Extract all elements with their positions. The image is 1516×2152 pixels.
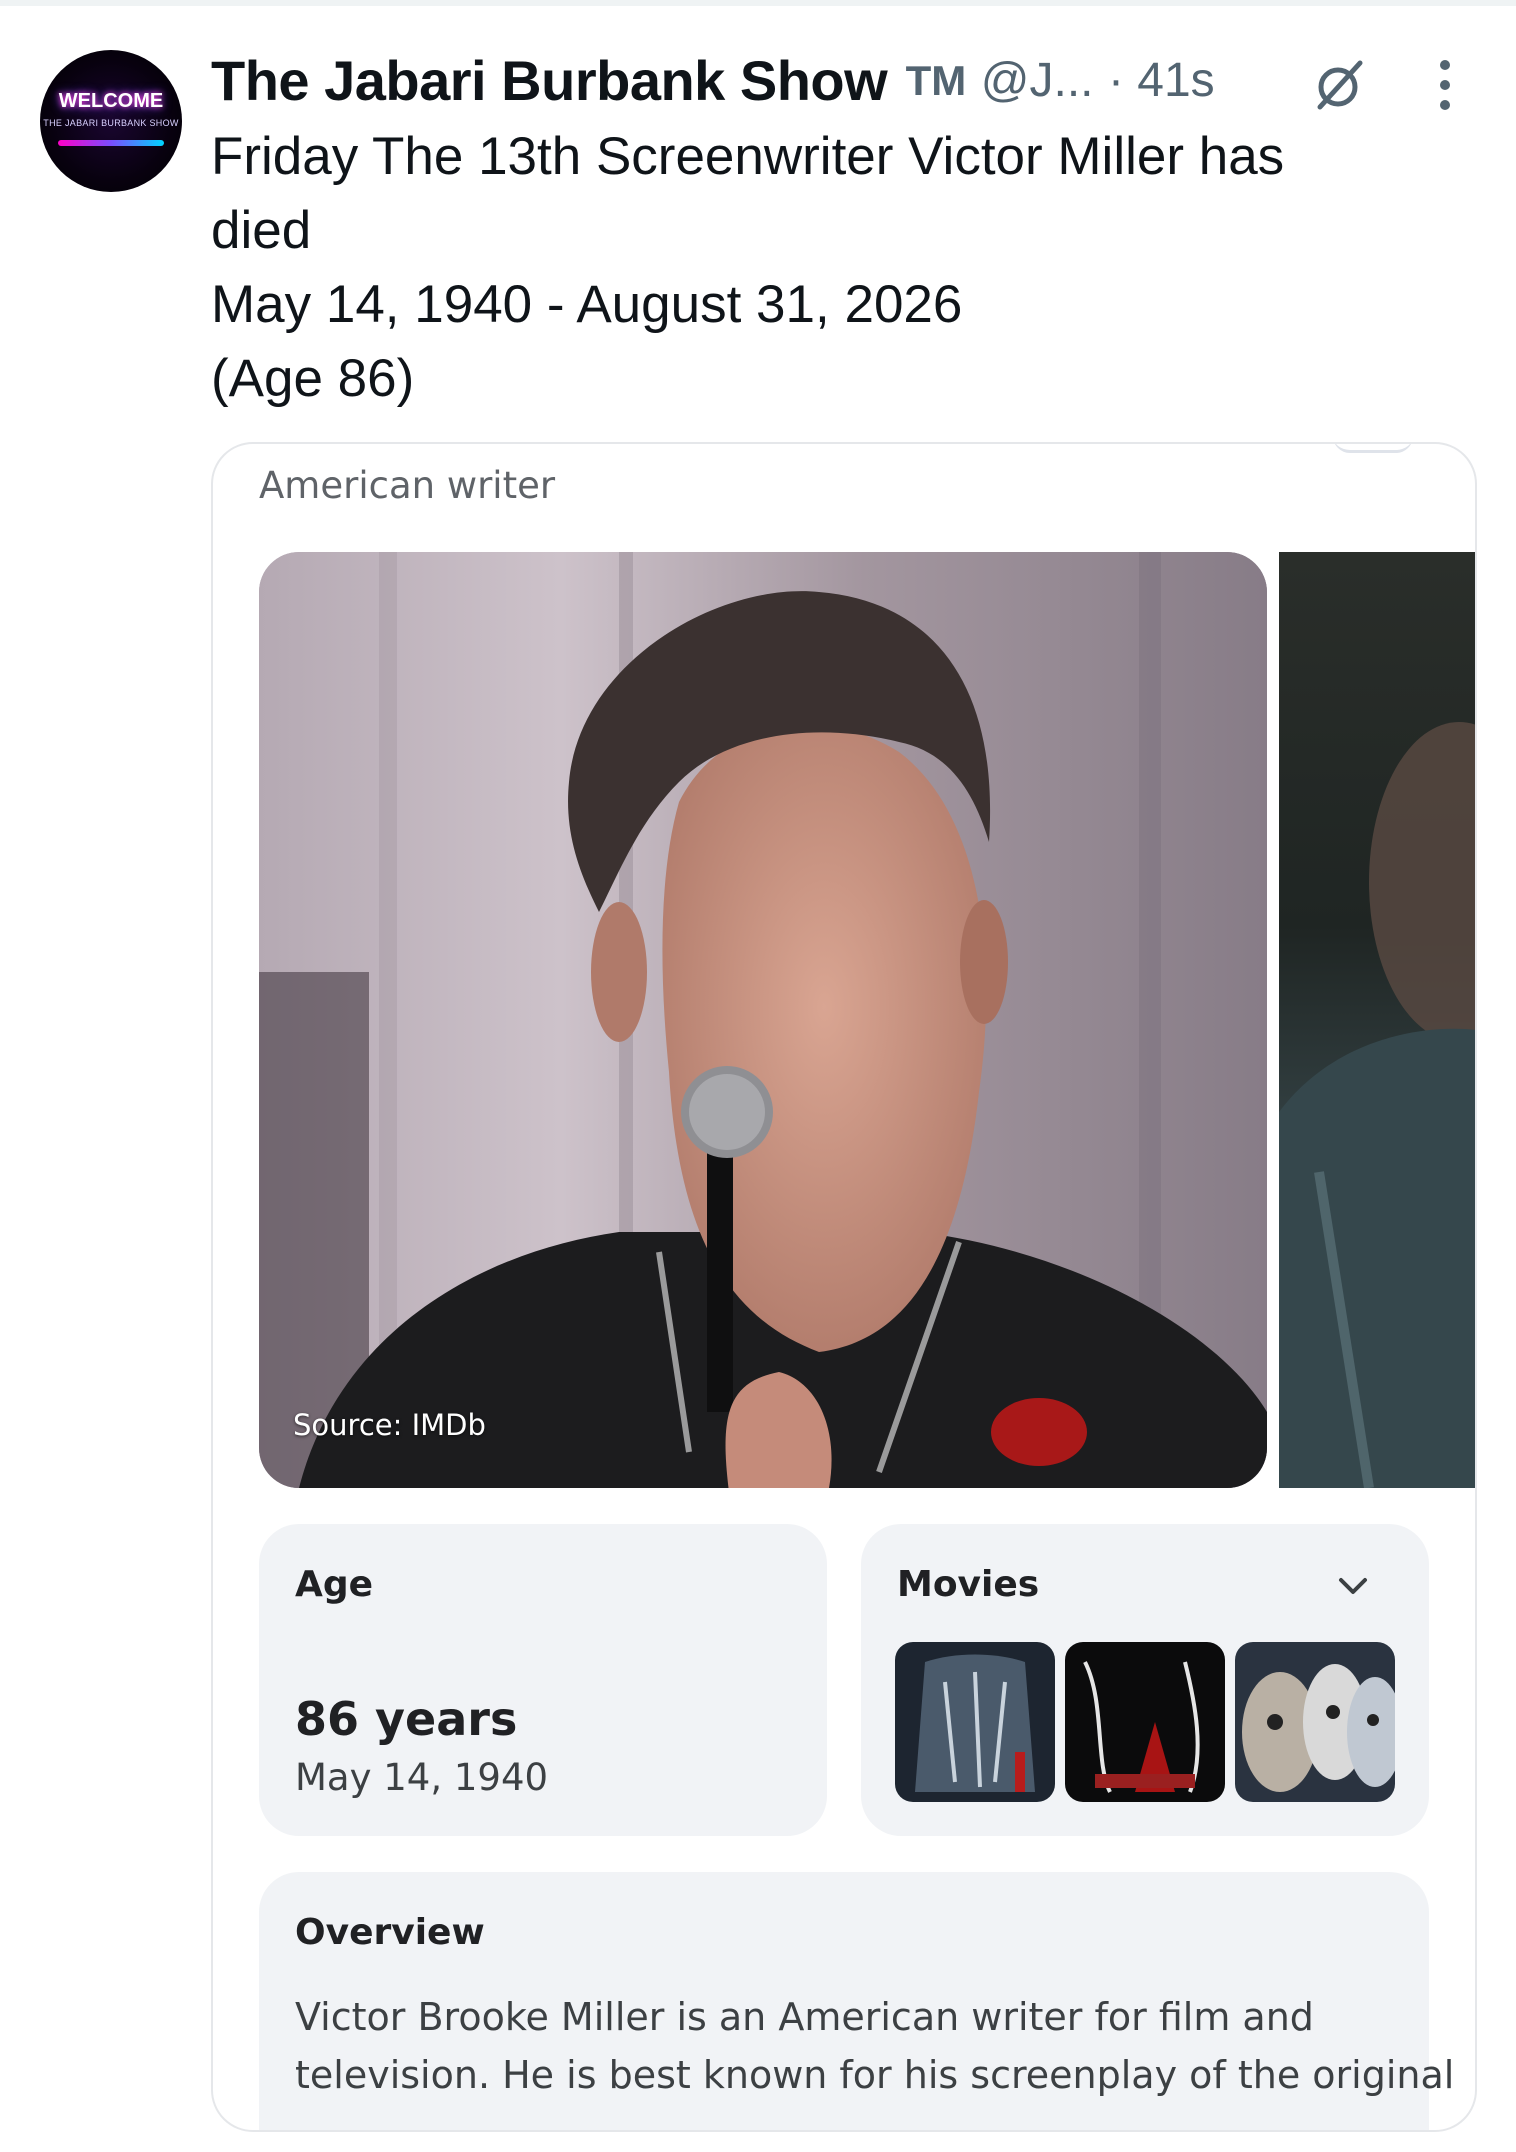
more-icon[interactable] [1420,55,1470,115]
card-top-edge [1333,444,1413,453]
age-value: 86 years [295,1692,518,1746]
post-text-line: died [211,201,312,260]
overview-line: television. He is best known for his scr… [295,2053,1455,2097]
movie-poster-2[interactable] [1065,1642,1225,1802]
movies-title: Movies [897,1564,1040,1605]
grok-icon[interactable] [1310,55,1370,115]
avatar-subtext: THE JABARI BURBANK SHOW [43,118,179,128]
birth-date: May 14, 1940 [295,1756,549,1799]
chevron-down-icon[interactable] [1331,1564,1375,1608]
author-badge: TM [905,56,967,104]
author-avatar[interactable]: WELCOME THE JABARI BURBANK SHOW [40,50,182,192]
post-text-line: (Age 86) [211,349,415,408]
post-text: Friday The 13th Screenwriter Victor Mill… [211,120,1471,416]
avatar-welcome-text: WELCOME [58,90,164,112]
top-divider [0,0,1516,6]
overview-line: Victor Brooke Miller is an American writ… [295,1995,1314,2039]
post-text-line: Friday The 13th Screenwriter Victor Mill… [211,127,1285,186]
author-display-name[interactable]: The Jabari Burbank Show [211,49,888,112]
movies-tile[interactable]: Movies [861,1524,1429,1836]
overview-tile[interactable]: Overview Victor Brooke Miller is an Amer… [259,1872,1455,2130]
card-subtitle: American writer [259,464,556,507]
secondary-photo[interactable] [1279,552,1475,1488]
age-tile[interactable]: Age 86 years May 14, 1940 [259,1524,827,1836]
author-handle[interactable]: @J... [981,54,1094,107]
post-header: The Jabari Burbank Show TM @J... · 41s [211,48,1215,118]
knowledge-card[interactable]: American writer Source: IMDb Age 86 year… [211,442,1477,2132]
main-photo[interactable]: Source: IMDb [259,552,1267,1488]
photo-source-label: Source: IMDb [293,1408,486,1442]
overview-title: Overview [295,1912,485,1953]
post-text-line: May 14, 1940 - August 31, 2026 [211,275,963,334]
post-timestamp[interactable]: · 41s [1108,54,1215,107]
age-title: Age [295,1564,374,1605]
avatar-glow-bar [58,140,164,146]
overview-text: Victor Brooke Miller is an American writ… [295,1988,1455,2104]
movie-poster-1[interactable] [895,1642,1055,1802]
movie-poster-3[interactable] [1235,1642,1395,1802]
